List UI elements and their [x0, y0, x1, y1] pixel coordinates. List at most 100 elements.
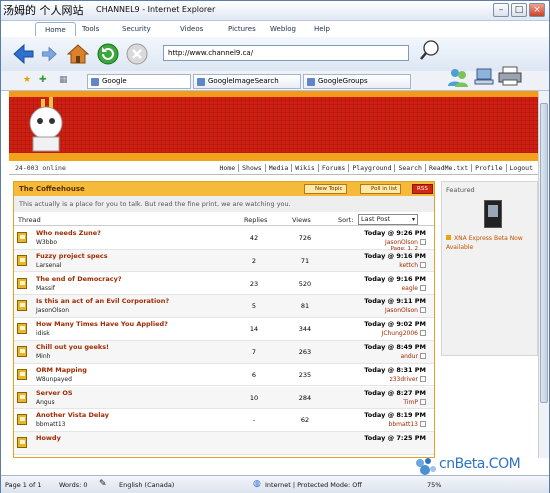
featured-panel: Featured XNA Express Beta Now Available [441, 181, 538, 356]
thread-row[interactable]: Chill out you geeks! Minh 7 263 Today @ 8:49… [14, 341, 434, 364]
thread-row[interactable]: ORM Mapping W8unpayed 6 235 Today @ 8:31 PM z… [14, 364, 434, 387]
goto-last-post-icon[interactable] [420, 398, 426, 405]
favorites-star-icon[interactable]: ★ [23, 75, 31, 85]
thread-author[interactable]: Massif [36, 285, 55, 292]
thread-author[interactable]: idisk [36, 330, 50, 337]
spellcheck-icon[interactable]: ✎ [99, 479, 107, 489]
last-post-author[interactable]: TimP [336, 399, 418, 406]
goto-last-post-icon[interactable] [420, 239, 426, 245]
last-post-author[interactable]: z33driver [336, 376, 418, 383]
thread-title[interactable]: Who needs Zune? [36, 229, 101, 237]
thread-author[interactable]: W8unpayed [36, 376, 72, 383]
thread-author[interactable]: Angus [36, 399, 55, 406]
people-icon[interactable] [447, 66, 469, 88]
nav-logout[interactable]: Logout [505, 164, 536, 172]
channel9-robot-logo-icon[interactable] [23, 97, 69, 153]
featured-thumbnail[interactable] [484, 200, 502, 228]
goto-last-post-icon[interactable] [420, 284, 426, 291]
thread-row[interactable]: The end of Democracy? Massif 23 520 Today @ … [14, 273, 434, 296]
goto-last-post-icon[interactable] [420, 261, 426, 268]
tab-google-image-search[interactable]: GoogleImageSearch [193, 74, 301, 89]
add-favorite-icon[interactable]: ✚ [39, 75, 47, 85]
search-icon[interactable] [419, 39, 441, 61]
close-button[interactable]: × [529, 3, 545, 17]
nav-readme[interactable]: ReadMe.txt [424, 164, 472, 172]
thread-title[interactable]: Server OS [36, 389, 73, 397]
stop-icon[interactable] [126, 43, 148, 65]
forward-arrow-icon[interactable] [41, 46, 57, 62]
last-post-author[interactable]: JChung2006 [336, 330, 418, 337]
thread-row[interactable]: How Many Times Have You Applied? idisk 14 3… [14, 318, 434, 341]
nav-forums[interactable]: Forums [317, 164, 349, 172]
featured-link-text[interactable]: XNA Express Beta Now Available [446, 235, 523, 251]
quick-tabs-icon[interactable]: ▦ [59, 75, 68, 85]
last-post-author[interactable]: JasonOlson [336, 239, 418, 246]
last-post-author[interactable]: JasonOlson [336, 307, 418, 314]
goto-last-post-icon[interactable] [420, 330, 426, 337]
thread-row[interactable]: Who needs Zune? W3bbo 42 726 Today @ 9:26 PM… [14, 227, 434, 252]
menu-home[interactable]: Home [35, 22, 76, 36]
status-zoom[interactable]: 75% [427, 481, 441, 489]
last-post-author[interactable]: andur [336, 353, 418, 360]
maximize-button[interactable]: □ [511, 3, 527, 17]
thread-title[interactable]: Howdy [36, 434, 61, 442]
forum-title[interactable]: The Coffeehouse [19, 185, 85, 193]
home-icon[interactable] [67, 43, 89, 65]
thread-views: 344 [298, 325, 312, 334]
address-bar[interactable]: http://www.channel9.ca/ [163, 45, 409, 61]
nav-wikis[interactable]: Wikis [291, 164, 318, 172]
menu-weblog[interactable]: Weblog [261, 22, 305, 36]
page-scrollbar[interactable] [538, 91, 549, 458]
thread-author[interactable]: W3bbo [36, 239, 57, 246]
new-topic-button[interactable]: New Topic [304, 184, 347, 194]
poll-button[interactable]: Poll in list [360, 184, 402, 194]
nav-shows[interactable]: Shows [238, 164, 265, 172]
thread-row[interactable]: Is this an act of an Evil Corporation? Ja… [14, 295, 434, 318]
thread-author[interactable]: JasonOlson [36, 307, 69, 314]
sort-select[interactable]: Last Post [358, 214, 418, 225]
menu-pictures[interactable]: Pictures [219, 22, 265, 36]
thread-title[interactable]: Another Vista Delay [36, 411, 109, 419]
nav-media[interactable]: Media [264, 164, 292, 172]
thread-author[interactable]: bbmatt13 [36, 421, 65, 428]
featured-link[interactable]: XNA Express Beta Now Available [446, 234, 536, 252]
goto-last-post-icon[interactable] [420, 353, 426, 359]
tab-google[interactable]: Google [87, 74, 191, 89]
thread-title[interactable]: How Many Times Have You Applied? [36, 320, 168, 328]
nav-playground[interactable]: Playground [348, 164, 395, 172]
rss-button[interactable]: RSS [412, 184, 433, 194]
thread-row[interactable]: Howdy Today @ 7:25 PM [14, 432, 434, 455]
network-icon[interactable] [473, 65, 495, 87]
minimize-button[interactable]: – [493, 3, 509, 17]
menu-help[interactable]: Help [305, 22, 339, 36]
menu-security[interactable]: Security [113, 22, 160, 36]
thread-title[interactable]: Fuzzy project specs [36, 252, 108, 260]
printer-icon[interactable] [497, 65, 523, 87]
thread-author[interactable]: Minh [36, 353, 50, 360]
back-arrow-icon[interactable] [13, 43, 35, 65]
thread-row[interactable]: Fuzzy project specs Larsenal 2 71 Today @ 9:… [14, 249, 434, 273]
thread-row[interactable]: Server OS Angus 10 284 Today @ 8:27 PM TimP [14, 386, 434, 410]
menu-tools[interactable]: Tools [73, 22, 108, 36]
thread-title[interactable]: ORM Mapping [36, 366, 87, 374]
thread-row[interactable]: Another Vista Delay bbmatt13 - 62 Today @ 8:… [14, 409, 434, 432]
menu-videos[interactable]: Videos [171, 22, 212, 36]
thread-title[interactable]: Chill out you geeks! [36, 343, 109, 351]
refresh-icon[interactable] [97, 43, 119, 65]
last-post-author[interactable]: bbmatt13 [336, 421, 418, 428]
tab-google-groups[interactable]: GoogleGroups [303, 74, 411, 89]
thread-title[interactable]: The end of Democracy? [36, 275, 122, 283]
forum-description: This actually is a place for you to talk… [14, 196, 434, 212]
scrollbar-thumb[interactable] [540, 103, 548, 403]
nav-search[interactable]: Search [394, 164, 425, 172]
nav-home[interactable]: Home [216, 164, 238, 172]
goto-last-post-icon[interactable] [420, 307, 426, 314]
thread-author[interactable]: Larsenal [36, 262, 61, 269]
last-post-author[interactable]: kettch [336, 262, 418, 269]
goto-last-post-icon[interactable] [420, 375, 426, 382]
menu-bar: Home Tools Security Videos Pictures Webl… [3, 21, 549, 37]
goto-last-post-icon[interactable] [420, 421, 426, 428]
nav-profile[interactable]: Profile [471, 164, 506, 172]
thread-title[interactable]: Is this an act of an Evil Corporation? [36, 297, 169, 305]
last-post-author[interactable]: eagle [336, 285, 418, 292]
